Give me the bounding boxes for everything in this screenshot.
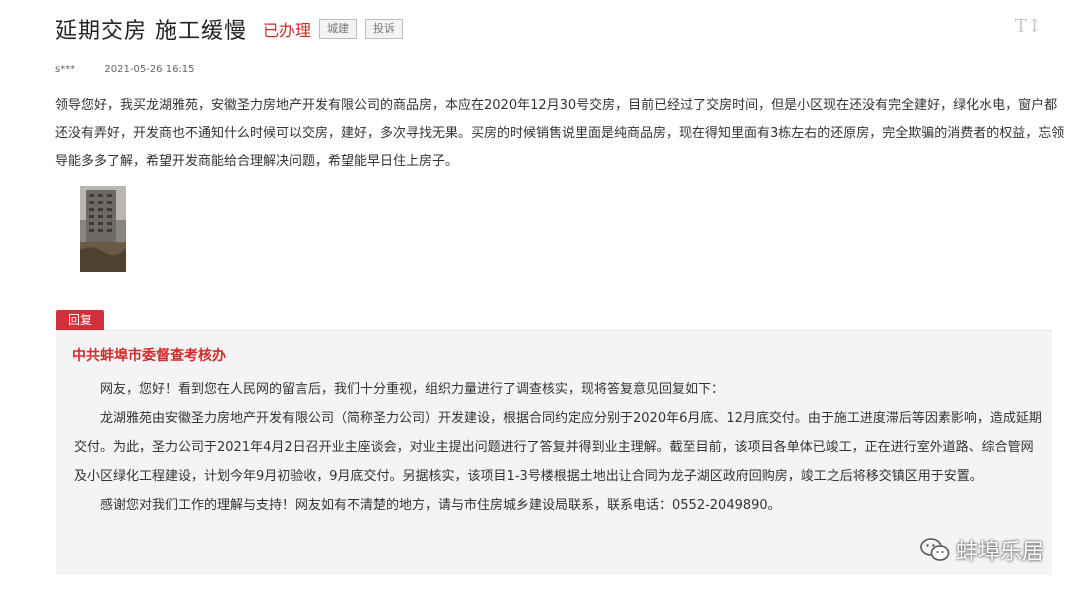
post-date: 2021-05-26 16:15	[104, 64, 195, 75]
reply-content: 网友，您好！看到您在人民网的留言后，我们十分重视，组织力量进行了调查核实，现将答…	[74, 375, 1042, 520]
author-name: s***	[55, 64, 76, 75]
watermark-text: 蚌埠乐居	[955, 540, 1044, 565]
wechat-icon	[920, 538, 950, 561]
reply-paragraph: 网友，您好！看到您在人民网的留言后，我们十分重视，组织力量进行了调查核实，现将答…	[100, 382, 725, 397]
attached-photo-thumbnail[interactable]	[80, 186, 126, 272]
post-meta: s*** 2021-05-26 16:15	[55, 64, 195, 75]
building-photo-icon	[80, 186, 126, 272]
reply-organization: 中共蚌埠市委督查考核办	[72, 348, 226, 364]
reply-badge: 回复	[56, 310, 104, 330]
reply-panel: 中共蚌埠市委督查考核办 网友，您好！看到您在人民网的留言后，我们十分重视，组织力…	[56, 330, 1052, 575]
reply-paragraph: 龙湖雅苑由安徽圣力房地产开发有限公司（简称圣力公司）开发建设，根据合同约定应分别…	[74, 411, 1042, 484]
message-body: 领导您好，我买龙湖雅苑，安徽圣力房地产开发有限公司的商品房，本应在2020年12…	[55, 98, 1065, 169]
reply-paragraph: 感谢您对我们工作的理解与支持！网友如有不清楚的地方，请与市住房城乡建设局联系，联…	[100, 498, 781, 513]
font-size-toggle-icon[interactable]: T↕	[1015, 16, 1042, 37]
status-label: 已办理	[263, 21, 312, 40]
post-header: 延期交房 施工缓慢 已办理 城建 投诉	[55, 14, 404, 44]
post-title: 延期交房 施工缓慢	[55, 19, 247, 44]
watermark: 蚌埠乐居	[920, 534, 1044, 566]
tag-category[interactable]: 城建	[319, 19, 358, 39]
tag-type[interactable]: 投诉	[365, 19, 404, 39]
